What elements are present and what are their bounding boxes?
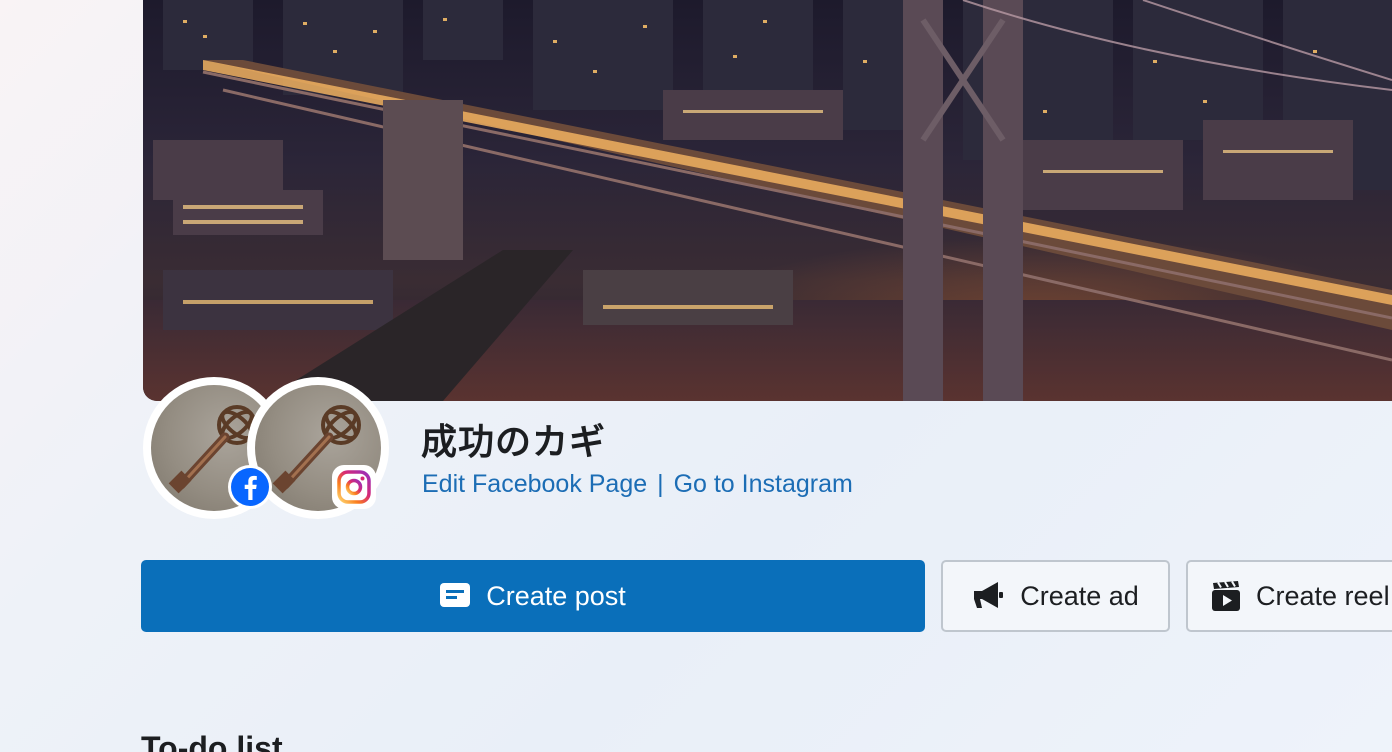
page-title: 成功のカギ — [421, 422, 607, 463]
create-ad-label: Create ad — [1020, 580, 1139, 611]
edit-facebook-page-link[interactable]: Edit Facebook Page — [422, 470, 647, 498]
facebook-icon — [228, 465, 272, 509]
create-reel-button[interactable]: Create reel — [1186, 560, 1392, 632]
cover-photo-illustration — [143, 0, 1392, 401]
create-post-button[interactable]: Create post — [141, 560, 925, 632]
reel-icon — [1212, 581, 1240, 611]
create-reel-label: Create reel — [1256, 580, 1390, 611]
instagram-icon — [332, 465, 376, 509]
megaphone-icon — [972, 581, 1004, 611]
go-to-instagram-link[interactable]: Go to Instagram — [674, 470, 853, 498]
post-icon — [440, 583, 471, 609]
cover-photo — [143, 0, 1392, 401]
todo-list-heading: To-do list — [141, 730, 283, 752]
create-post-label: Create post — [486, 580, 626, 611]
page-links: Edit Facebook Page | Go to Instagram — [422, 470, 853, 499]
create-ad-button[interactable]: Create ad — [941, 560, 1170, 632]
link-separator: | — [657, 470, 664, 498]
